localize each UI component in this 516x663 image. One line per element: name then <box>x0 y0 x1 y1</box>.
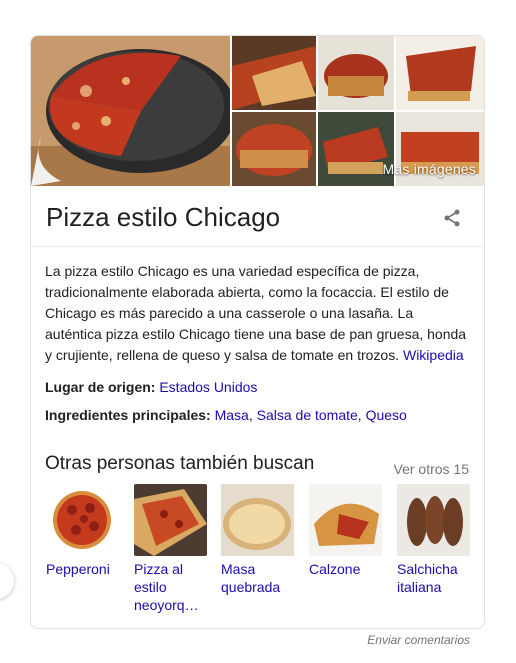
also-item-image <box>309 484 382 556</box>
also-item-image <box>134 484 207 556</box>
fact-ingredients: Ingredientes principales: Masa, Salsa de… <box>45 405 407 425</box>
more-images-button[interactable]: Más imágenes <box>383 161 476 177</box>
also-item-ny-pizza[interactable]: Pizza al estilo neoyorq… <box>134 484 210 614</box>
separator: , <box>357 407 362 423</box>
image-thumb-1[interactable] <box>232 36 316 110</box>
image-mosaic: Más imágenes <box>31 36 484 186</box>
also-item-salchicha[interactable]: Salchicha italiana <box>397 484 473 596</box>
also-item-calzone[interactable]: Calzone <box>309 484 385 578</box>
entity-title: Pizza estilo Chicago <box>46 202 281 232</box>
origin-label: Lugar de origen: <box>45 379 156 395</box>
title-row: Pizza estilo Chicago <box>31 186 484 247</box>
wikipedia-link[interactable]: Wikipedia <box>403 347 464 363</box>
also-item-masa-quebrada[interactable]: Masa quebrada <box>221 484 297 596</box>
people-also-search-heading: Otras personas también buscan <box>45 453 315 474</box>
image-thumb-2[interactable] <box>318 36 394 110</box>
also-item-label: Calzone <box>309 561 361 577</box>
ingredients-label: Ingredientes principales: <box>45 407 211 423</box>
ingredient-link[interactable]: Masa <box>215 407 249 423</box>
also-item-pepperoni[interactable]: Pepperoni <box>46 484 122 578</box>
feedback-link[interactable]: Enviar comentarios <box>367 633 470 647</box>
origin-link[interactable]: Estados Unidos <box>159 379 257 395</box>
separator: , <box>248 407 253 423</box>
also-item-image <box>397 484 470 556</box>
also-item-label: Pizza al estilo neoyorq… <box>134 561 199 613</box>
also-item-label: Masa quebrada <box>221 561 281 595</box>
ingredient-link[interactable]: Queso <box>366 407 407 423</box>
see-more-link[interactable]: Ver otros 15 <box>394 461 470 477</box>
ingredient-link[interactable]: Salsa de tomate <box>257 407 358 423</box>
image-thumb-3[interactable] <box>396 36 484 110</box>
also-item-image <box>46 484 119 556</box>
fact-origin: Lugar de origen: Estados Unidos <box>45 377 257 397</box>
also-item-label: Pepperoni <box>46 561 110 577</box>
share-icon[interactable] <box>442 208 462 228</box>
also-item-label: Salchicha italiana <box>397 561 458 595</box>
image-thumb-4[interactable] <box>232 112 316 186</box>
also-item-image <box>221 484 294 556</box>
description: La pizza estilo Chicago es una variedad … <box>45 261 470 366</box>
image-main[interactable] <box>31 36 230 186</box>
chevron-left-icon[interactable] <box>0 563 14 599</box>
